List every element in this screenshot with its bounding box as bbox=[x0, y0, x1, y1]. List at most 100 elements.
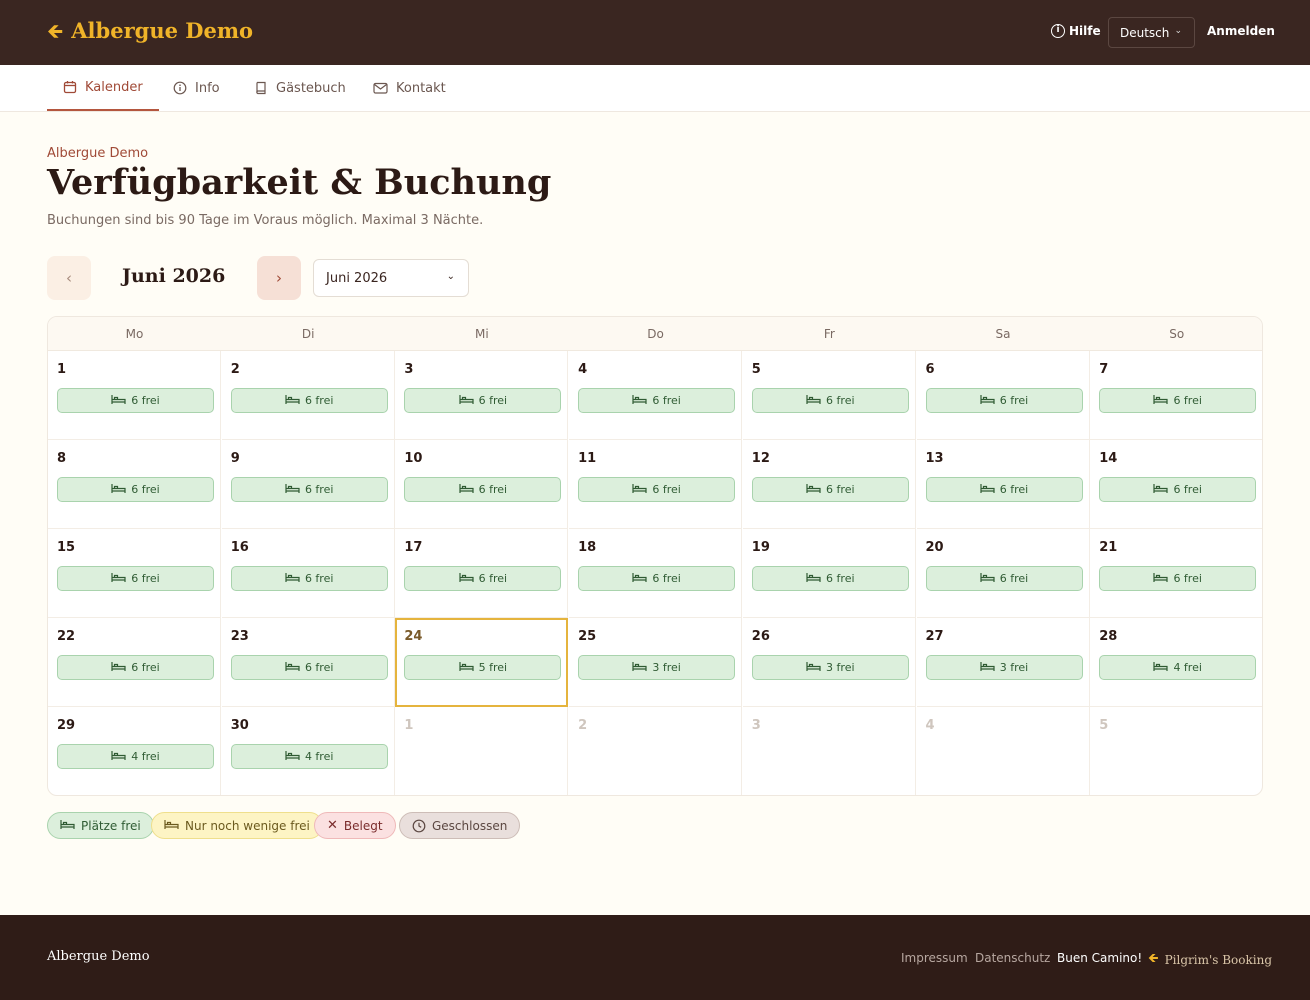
availability-badge[interactable]: 6 frei bbox=[1099, 477, 1257, 502]
calendar-day[interactable]: 26 3 frei bbox=[742, 618, 916, 707]
calendar-day-outside: 5 bbox=[1090, 707, 1262, 795]
bed-icon bbox=[111, 750, 126, 764]
availability-badge[interactable]: 6 frei bbox=[1099, 388, 1257, 413]
availability-badge[interactable]: 3 frei bbox=[578, 655, 736, 680]
calendar-day[interactable]: 17 6 frei bbox=[395, 529, 569, 618]
availability-badge[interactable]: 6 frei bbox=[578, 388, 736, 413]
bed-icon bbox=[806, 661, 821, 675]
tab-info[interactable]: Info bbox=[157, 65, 236, 111]
language-select[interactable]: Deutsch ⌄ bbox=[1108, 17, 1195, 48]
day-number: 14 bbox=[1099, 451, 1118, 466]
calendar-day[interactable]: 8 6 frei bbox=[48, 440, 221, 529]
calendar-day[interactable]: 1 6 frei bbox=[48, 351, 221, 440]
availability-badge[interactable]: 4 frei bbox=[57, 744, 214, 769]
availability-badge[interactable]: 6 frei bbox=[925, 388, 1083, 413]
bed-icon bbox=[806, 572, 821, 586]
availability-label: 6 frei bbox=[304, 394, 334, 407]
calendar-day[interactable]: 28 4 frei bbox=[1090, 618, 1262, 707]
weekday-label: Mi bbox=[475, 327, 489, 341]
availability-badge[interactable]: 6 frei bbox=[404, 388, 562, 413]
availability-label: 6 frei bbox=[652, 394, 681, 407]
month-select[interactable]: Juni 2026 ⌄ bbox=[313, 259, 469, 297]
next-month-button[interactable]: › bbox=[257, 256, 301, 300]
powered-by-link[interactable]: 🡸 Pilgrim's Booking bbox=[1148, 949, 1272, 971]
calendar-day[interactable]: 3 6 frei bbox=[395, 351, 569, 440]
availability-badge[interactable]: 6 frei bbox=[57, 477, 214, 502]
tab-kontakt-label: Kontakt bbox=[396, 80, 446, 96]
availability-badge[interactable]: 6 frei bbox=[230, 388, 388, 413]
tab-kontakt[interactable]: Kontakt bbox=[357, 65, 462, 111]
chevron-down-icon: ⌄ bbox=[446, 271, 455, 282]
day-number: 7 bbox=[1099, 362, 1109, 377]
bed-icon bbox=[111, 394, 126, 408]
calendar-day[interactable]: 29 4 frei bbox=[48, 707, 221, 795]
day-number: 18 bbox=[578, 540, 597, 555]
availability-badge[interactable]: 6 frei bbox=[925, 477, 1083, 502]
calendar-day[interactable]: 11 6 frei bbox=[569, 440, 743, 529]
calendar-day[interactable]: 27 3 frei bbox=[916, 618, 1090, 707]
availability-label: 6 frei bbox=[478, 572, 508, 585]
impressum-link[interactable]: Impressum bbox=[901, 951, 968, 965]
calendar-day[interactable]: 9 6 frei bbox=[221, 440, 395, 529]
availability-badge[interactable]: 3 frei bbox=[925, 655, 1083, 680]
calendar-day[interactable]: 20 6 frei bbox=[916, 529, 1090, 618]
calendar-day[interactable]: 25 3 frei bbox=[569, 618, 743, 707]
availability-badge[interactable]: 5 frei bbox=[404, 655, 562, 680]
day-number: 26 bbox=[751, 629, 770, 644]
login-button[interactable]: Anmelden bbox=[1207, 24, 1275, 38]
calendar-day[interactable]: 10 6 frei bbox=[395, 440, 569, 529]
calendar-day[interactable]: 16 6 frei bbox=[221, 529, 395, 618]
availability-badge[interactable]: 6 frei bbox=[1099, 566, 1257, 591]
availability-badge[interactable]: 4 frei bbox=[1099, 655, 1257, 680]
availability-badge[interactable]: 6 frei bbox=[578, 477, 736, 502]
book-icon bbox=[256, 81, 266, 95]
availability-badge[interactable]: 6 frei bbox=[57, 388, 214, 413]
calendar-day[interactable]: 19 6 frei bbox=[742, 529, 916, 618]
availability-badge[interactable]: 6 frei bbox=[57, 566, 214, 591]
prev-month-button[interactable]: ‹ bbox=[47, 256, 91, 300]
chevron-down-icon: ⌄ bbox=[1174, 26, 1182, 36]
calendar-day[interactable]: 14 6 frei bbox=[1090, 440, 1262, 529]
info-icon bbox=[173, 81, 187, 95]
calendar-day[interactable]: 18 6 frei bbox=[569, 529, 743, 618]
tab-kalender[interactable]: Kalender bbox=[47, 65, 159, 111]
calendar-day[interactable]: 4 6 frei bbox=[569, 351, 743, 440]
main-nav: Kalender Info Gästebuch Kontakt bbox=[0, 65, 1310, 112]
availability-badge[interactable]: 6 frei bbox=[751, 388, 909, 413]
availability-badge[interactable]: 6 frei bbox=[404, 566, 562, 591]
datenschutz-link[interactable]: Datenschutz bbox=[975, 951, 1050, 965]
calendar-day[interactable]: 7 6 frei bbox=[1090, 351, 1262, 440]
calendar-day[interactable]: 30 4 frei bbox=[222, 707, 395, 795]
availability-badge[interactable]: 6 frei bbox=[57, 655, 214, 680]
day-number: 1 bbox=[57, 362, 67, 377]
availability-badge[interactable]: 6 frei bbox=[578, 566, 736, 591]
availability-badge[interactable]: 6 frei bbox=[751, 566, 909, 591]
month-label: Juni 2026 bbox=[122, 265, 226, 287]
calendar-day[interactable]: 23 6 frei bbox=[221, 618, 395, 707]
availability-label: 6 frei bbox=[131, 394, 160, 407]
availability-badge[interactable]: 6 frei bbox=[230, 655, 388, 680]
day-number: 17 bbox=[404, 540, 423, 555]
availability-badge[interactable]: 6 frei bbox=[230, 477, 388, 502]
availability-label: 6 frei bbox=[826, 483, 855, 496]
calendar-day[interactable]: 21 6 frei bbox=[1090, 529, 1262, 618]
availability-badge[interactable]: 6 frei bbox=[925, 566, 1083, 591]
weekday-label: Sa bbox=[995, 327, 1011, 341]
calendar-day[interactable]: 2 6 frei bbox=[221, 351, 395, 440]
availability-badge[interactable]: 6 frei bbox=[751, 477, 909, 502]
calendar-day-outside: 1 bbox=[395, 707, 569, 795]
calendar-day[interactable]: 6 6 frei bbox=[916, 351, 1090, 440]
tab-gaestebuch[interactable]: Gästebuch bbox=[238, 65, 362, 111]
calendar-day[interactable]: 5 6 frei bbox=[742, 351, 916, 440]
availability-badge[interactable]: 3 frei bbox=[751, 655, 909, 680]
availability-badge[interactable]: 6 frei bbox=[230, 566, 388, 591]
availability-badge[interactable]: 4 frei bbox=[230, 744, 388, 769]
calendar-day[interactable]: 13 6 frei bbox=[916, 440, 1090, 529]
calendar-day[interactable]: 24 5 frei bbox=[395, 618, 569, 707]
brand-link[interactable]: 🡸 Albergue Demo bbox=[47, 17, 253, 45]
availability-badge[interactable]: 6 frei bbox=[404, 477, 562, 502]
calendar-day[interactable]: 12 6 frei bbox=[742, 440, 916, 529]
calendar-day[interactable]: 15 6 frei bbox=[48, 529, 221, 618]
help-button[interactable]: i Hilfe bbox=[1051, 24, 1101, 38]
calendar-day[interactable]: 22 6 frei bbox=[48, 618, 221, 707]
